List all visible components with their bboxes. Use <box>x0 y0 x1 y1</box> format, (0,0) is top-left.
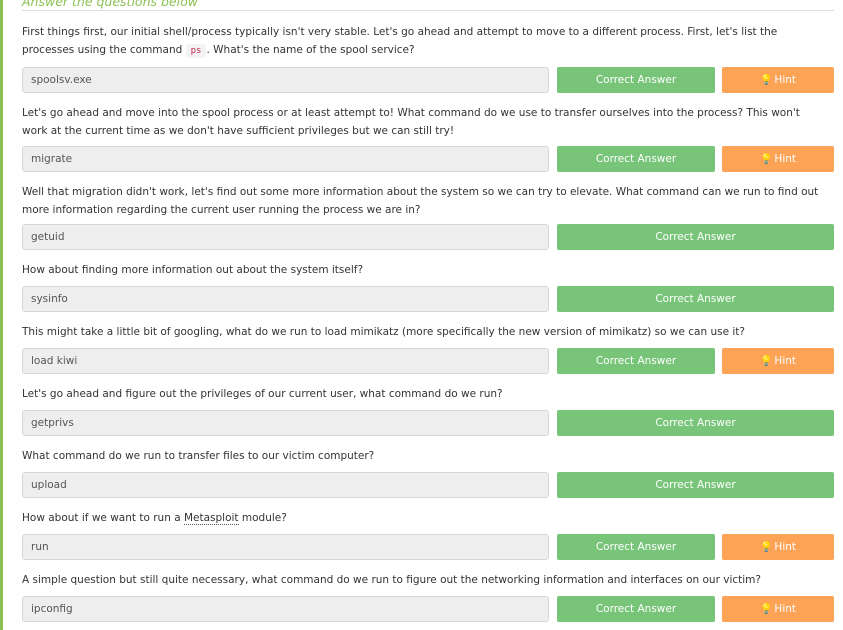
lightbulb-icon: 💡 <box>759 542 773 553</box>
lightbulb-icon: 💡 <box>759 75 773 86</box>
hint-label: Hint <box>774 74 797 86</box>
question-6-answer-field[interactable]: getprivs <box>22 410 549 436</box>
question-8-text: How about if we want to run a Metasploit… <box>22 510 828 528</box>
question-1-correct-answer-button[interactable]: Correct Answer <box>557 67 715 93</box>
question-5-text: This might take a little bit of googling… <box>22 326 745 338</box>
question-9-correct-answer-button[interactable]: Correct Answer <box>557 596 715 622</box>
glossary-term[interactable]: Metasploit <box>183 512 239 525</box>
question-4-text: How about finding more information out a… <box>22 264 364 276</box>
question-7-correct-answer-button[interactable]: Correct Answer <box>557 472 834 498</box>
question-2-text: Let's go ahead and move into the spool p… <box>22 107 800 137</box>
hint-label: Hint <box>774 603 797 615</box>
question-8-hint-button[interactable]: 💡 Hint <box>722 534 834 560</box>
question-1-hint-button[interactable]: 💡 Hint <box>722 67 834 93</box>
question-text-part: . What's the name of the spool service? <box>206 43 415 56</box>
question-6-text: Let's go ahead and figure out the privil… <box>22 388 503 400</box>
question-3-text: Well that migration didn't work, let's f… <box>22 186 819 216</box>
question-text-part: module? <box>238 512 287 524</box>
section-title: Answer the questions below <box>22 0 198 9</box>
section-header: Answer the questions below <box>22 0 834 11</box>
question-8-correct-answer-button[interactable]: Correct Answer <box>557 534 715 560</box>
question-2-answer-field[interactable]: migrate <box>22 146 549 172</box>
question-4-answer-field[interactable]: sysinfo <box>22 286 549 312</box>
hint-label: Hint <box>774 355 797 367</box>
question-3-answer-field[interactable]: getuid <box>22 224 549 250</box>
question-5-answer-field[interactable]: load kiwi <box>22 348 549 374</box>
question-7-text: What command do we run to transfer files… <box>22 450 375 462</box>
question-5-correct-answer-button[interactable]: Correct Answer <box>557 348 715 374</box>
question-9-hint-button[interactable]: 💡 Hint <box>722 596 834 622</box>
lightbulb-icon: 💡 <box>759 154 773 165</box>
hint-label: Hint <box>774 153 797 165</box>
question-6-correct-answer-button[interactable]: Correct Answer <box>557 410 834 436</box>
question-text-part: How about if we want to run a <box>22 512 184 524</box>
question-5-hint-button[interactable]: 💡 Hint <box>722 348 834 374</box>
question-3-correct-answer-button[interactable]: Correct Answer <box>557 224 834 250</box>
question-1-text: First things first, our initial shell/pr… <box>22 24 828 60</box>
lightbulb-icon: 💡 <box>759 604 773 615</box>
question-4-correct-answer-button[interactable]: Correct Answer <box>557 286 834 312</box>
question-9-answer-field[interactable]: ipconfig <box>22 596 549 622</box>
question-1-answer-field[interactable]: spoolsv.exe <box>22 67 549 93</box>
question-2-correct-answer-button[interactable]: Correct Answer <box>557 146 715 172</box>
left-accent-bar <box>0 0 3 630</box>
question-2-hint-button[interactable]: 💡 Hint <box>722 146 834 172</box>
hint-label: Hint <box>774 541 797 553</box>
question-8-answer-field[interactable]: run <box>22 534 549 560</box>
lightbulb-icon: 💡 <box>759 356 773 367</box>
question-7-answer-field[interactable]: upload <box>22 472 549 498</box>
inline-code: ps <box>185 43 207 58</box>
question-9-text: A simple question but still quite necess… <box>22 574 761 586</box>
